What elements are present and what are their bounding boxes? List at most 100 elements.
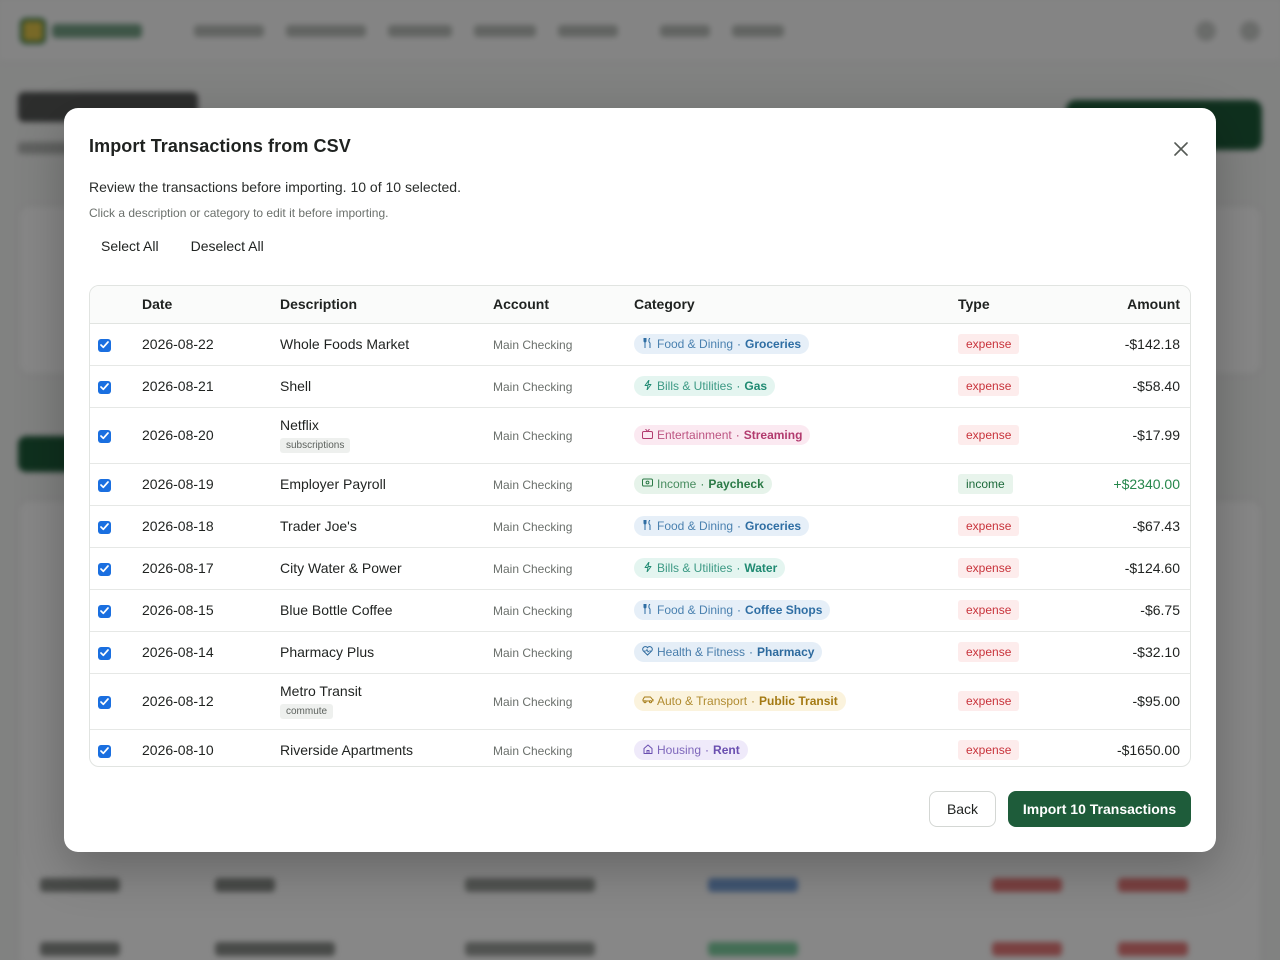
row-amount: -$142.18: [1068, 323, 1190, 366]
row-amount: -$17.99: [1068, 407, 1190, 464]
row-select-cell: [90, 407, 142, 464]
modal-hint: Click a description or category to edit …: [89, 206, 389, 220]
row-checkbox[interactable]: [98, 380, 111, 394]
close-icon: [1174, 142, 1188, 156]
row-amount-value: -$32.10: [1132, 644, 1180, 660]
select-all-button[interactable]: Select All: [89, 232, 171, 260]
type-badge: expense: [958, 740, 1020, 761]
back-button[interactable]: Back: [929, 791, 996, 827]
row-amount-value: +$2340.00: [1113, 476, 1180, 492]
row-description[interactable]: Pharmacy Plus: [280, 644, 374, 660]
row-type-cell: expense: [958, 589, 1068, 632]
row-amount-value: -$1650.00: [1116, 742, 1180, 759]
row-description[interactable]: Employer Payroll: [280, 476, 386, 492]
row-checkbox[interactable]: [98, 562, 111, 576]
row-checkbox[interactable]: [98, 338, 111, 352]
row-amount-value: -$142.18: [1124, 336, 1180, 352]
row-description[interactable]: Metro Transit: [280, 683, 362, 699]
row-account: Main Checking: [493, 604, 573, 618]
row-category-cell: Bills & Utilities · Gas: [634, 365, 958, 408]
row-description-cell: Shell: [280, 365, 493, 408]
category-sub: Gas: [744, 379, 768, 393]
row-amount-value: -$124.60: [1124, 560, 1180, 576]
table-row: 2026-08-18 Trader Joe's Main Checking Food …: [90, 505, 1190, 548]
utensils-icon: [642, 519, 653, 533]
row-type-cell: expense: [958, 323, 1068, 366]
check-icon: [100, 649, 109, 657]
row-type-cell: expense: [958, 407, 1068, 464]
row-amount: -$1650.00: [1068, 729, 1190, 766]
row-select-cell: [90, 463, 142, 506]
close-button[interactable]: [1170, 138, 1192, 160]
row-type-cell: expense: [958, 365, 1068, 408]
category-pill[interactable]: Auto & Transport · Public Transit: [634, 691, 846, 711]
table-row: 2026-08-15 Blue Bottle Coffee Main Checkin…: [90, 589, 1190, 632]
row-type-cell: expense: [958, 505, 1068, 548]
category-parent: Auto & Transport: [657, 694, 748, 708]
row-select-cell: [90, 323, 142, 366]
row-description[interactable]: City Water & Power: [280, 560, 402, 576]
row-type-cell: income: [958, 463, 1068, 506]
check-icon: [100, 383, 109, 391]
check-icon: [100, 341, 109, 349]
row-category-cell: Food & Dining · Groceries: [634, 505, 958, 548]
row-description[interactable]: Trader Joe's: [280, 518, 357, 534]
check-icon: [100, 607, 109, 615]
row-checkbox[interactable]: [98, 478, 111, 492]
row-account: Main Checking: [493, 520, 573, 534]
deselect-all-button[interactable]: Deselect All: [179, 232, 276, 260]
category-pill[interactable]: Entertainment · Streaming: [634, 425, 811, 445]
row-description[interactable]: Shell: [280, 378, 311, 394]
category-pill[interactable]: Health & Fitness · Pharmacy: [634, 642, 823, 662]
row-description[interactable]: Netflix: [280, 417, 319, 433]
row-account: Main Checking: [493, 562, 573, 576]
category-pill[interactable]: Housing · Rent: [634, 740, 748, 761]
import-csv-modal: Import Transactions from CSV Review the …: [64, 108, 1216, 852]
row-category-cell: Food & Dining · Groceries: [634, 323, 958, 366]
category-pill[interactable]: Food & Dining · Groceries: [634, 334, 810, 354]
category-pill[interactable]: Bills & Utilities · Water: [634, 558, 786, 578]
type-badge: expense: [958, 600, 1020, 620]
category-pill[interactable]: Food & Dining · Coffee Shops: [634, 600, 831, 620]
category-pill[interactable]: Food & Dining · Groceries: [634, 516, 810, 536]
row-select-cell: [90, 729, 142, 766]
row-category-cell: Bills & Utilities · Water: [634, 547, 958, 590]
header-date: Date: [142, 286, 280, 324]
import-button[interactable]: Import 10 Transactions: [1008, 791, 1191, 827]
row-amount-value: -$67.43: [1132, 518, 1180, 534]
row-date: 2026-08-21: [142, 365, 280, 408]
table-row: 2026-08-10 Riverside Apartments Main Check…: [90, 729, 1190, 766]
row-checkbox[interactable]: [98, 695, 111, 709]
row-select-cell: [90, 505, 142, 548]
type-badge: expense: [958, 691, 1020, 711]
row-description[interactable]: Blue Bottle Coffee: [280, 602, 393, 618]
row-description[interactable]: Riverside Apartments: [280, 742, 413, 758]
row-checkbox[interactable]: [98, 520, 111, 534]
type-badge: expense: [958, 516, 1020, 536]
row-description-cell: Whole Foods Market: [280, 323, 493, 366]
row-checkbox[interactable]: [98, 429, 111, 443]
row-checkbox[interactable]: [98, 744, 111, 758]
check-icon: [100, 432, 109, 440]
row-category-cell: Food & Dining · Coffee Shops: [634, 589, 958, 632]
row-account-cell: Main Checking: [493, 407, 634, 464]
row-tag: commute: [280, 704, 334, 719]
table-row: 2026-08-20 Netflix subscriptions Main Check…: [90, 407, 1190, 464]
category-parent: Income: [657, 477, 697, 491]
row-select-cell: [90, 673, 142, 730]
row-category-cell: Housing · Rent: [634, 729, 958, 766]
row-account: Main Checking: [493, 744, 573, 759]
row-account: Main Checking: [493, 646, 573, 660]
row-description-cell: Pharmacy Plus: [280, 631, 493, 674]
row-date: 2026-08-20: [142, 407, 280, 464]
row-amount: -$6.75: [1068, 589, 1190, 632]
row-checkbox[interactable]: [98, 646, 111, 660]
row-description[interactable]: Whole Foods Market: [280, 336, 409, 352]
transactions-table: Date Description Account Category Type A…: [89, 285, 1191, 767]
row-date: 2026-08-12: [142, 673, 280, 730]
row-checkbox[interactable]: [98, 604, 111, 618]
category-pill[interactable]: Bills & Utilities · Gas: [634, 376, 776, 396]
row-account: Main Checking: [493, 429, 573, 443]
category-pill[interactable]: Income · Paycheck: [634, 474, 772, 494]
row-date: 2026-08-22: [142, 323, 280, 366]
